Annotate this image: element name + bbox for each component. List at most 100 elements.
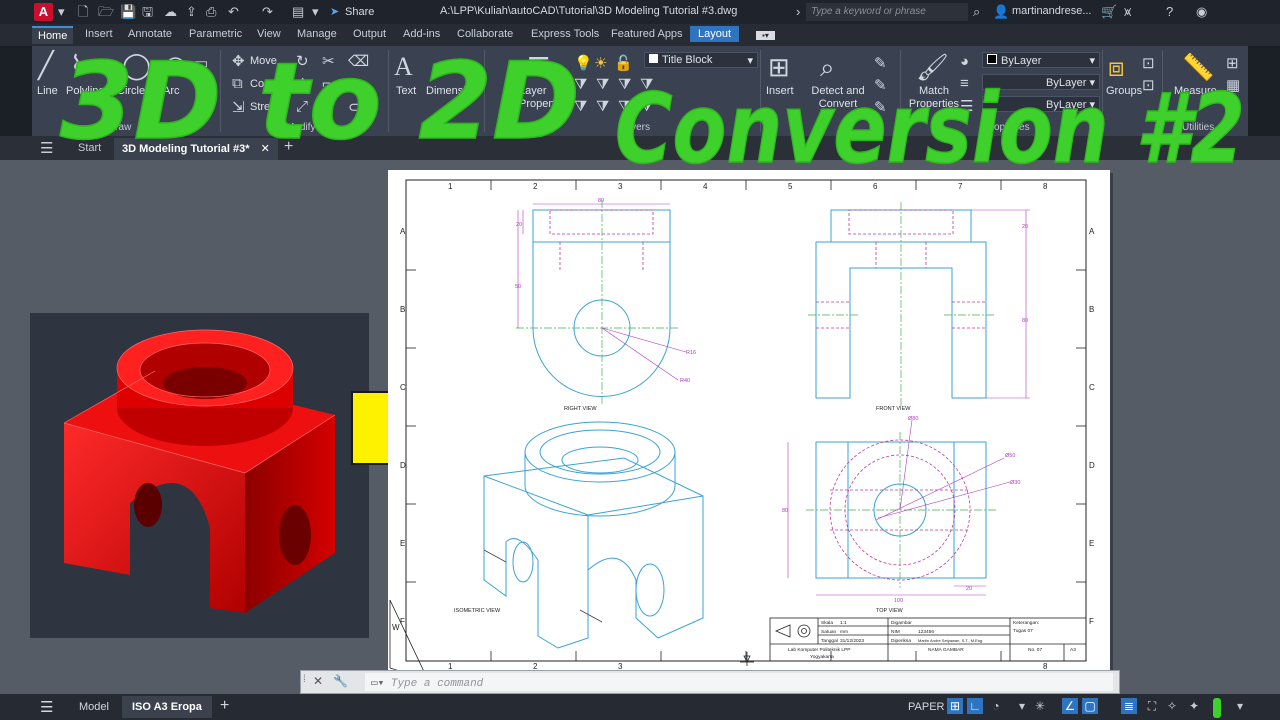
cloud-icon[interactable]: ☁ <box>164 4 177 20</box>
lineweight-icon[interactable]: ∠ <box>1062 698 1078 714</box>
redo-icon[interactable]: ↷ <box>262 4 273 20</box>
tab-express-tools[interactable]: Express Tools <box>531 28 599 40</box>
array-icon[interactable]: ⁘ <box>322 98 335 116</box>
tab-add-ins[interactable]: Add-ins <box>403 28 440 40</box>
stretch-button[interactable]: Stretch <box>250 101 285 113</box>
draw-group-label[interactable]: Draw <box>108 122 131 133</box>
snap-icon[interactable]: ∟ <box>967 698 983 714</box>
panel-toggle-icon[interactable]: ▪▾ <box>756 31 775 40</box>
calculator-icon[interactable]: ▤ <box>1226 98 1240 116</box>
fillet-icon[interactable]: ⌐ <box>322 75 331 92</box>
copy-button[interactable]: Copy <box>250 78 276 90</box>
offset-icon[interactable]: ⊂ <box>348 98 361 116</box>
model-tab[interactable]: Model <box>79 701 109 713</box>
text-button[interactable]: Text <box>396 85 416 97</box>
autodesk-app-icon[interactable]: ⩙ <box>1124 4 1131 20</box>
circle-button[interactable]: Circle <box>117 85 145 97</box>
feedback-icon[interactable]: ◉ <box>1196 4 1207 20</box>
layer-dropdown[interactable]: Title Block ▾ <box>644 52 758 68</box>
dropdown-icon[interactable]: ▾ <box>58 4 65 20</box>
group-tool-icon[interactable]: ⊡ <box>1142 54 1155 72</box>
layer-tool-icon[interactable]: ⧩ <box>618 98 631 115</box>
detect-convert-icon[interactable]: ⌕ <box>820 52 835 84</box>
osnap-icon[interactable]: ✳ <box>1032 698 1048 714</box>
detect-convert-button[interactable]: Detect and Convert <box>806 85 870 111</box>
chevron-right-icon[interactable]: › <box>796 4 800 20</box>
new-file-icon[interactable]: 🗋 <box>78 4 88 20</box>
autocad-logo[interactable]: A <box>34 3 53 21</box>
chevron-down-icon[interactable]: ▾ <box>1014 698 1030 714</box>
share-button[interactable]: Share <box>345 6 374 18</box>
tab-annotate[interactable]: Annotate <box>128 28 172 40</box>
close-icon[interactable]: ✕ <box>261 143 270 155</box>
linetype-icon[interactable]: ≡ <box>960 75 969 92</box>
add-layout-plus-icon[interactable]: + <box>220 697 229 715</box>
layer-tool-icon[interactable]: ⧩ <box>640 76 653 93</box>
layers-group-label[interactable]: Layers <box>620 122 650 133</box>
line-button[interactable]: Line <box>37 85 58 97</box>
copy-icon[interactable]: ⧉ <box>232 75 243 92</box>
layer-tool-icon[interactable]: ⧩ <box>640 98 653 115</box>
text-icon[interactable]: A <box>394 52 413 82</box>
mirror-icon[interactable]: ⧋ <box>296 75 309 92</box>
utility-tool-icon[interactable]: ▦ <box>1226 76 1240 94</box>
group-icon[interactable]: ⧈ <box>1108 52 1125 84</box>
tab-view[interactable]: View <box>257 28 281 40</box>
layer-tool-icon[interactable]: ⧩ <box>574 98 587 115</box>
utility-tool-icon[interactable]: ⊞ <box>1226 54 1239 72</box>
region-icon[interactable]: ▦ <box>194 98 208 116</box>
arc-icon[interactable]: ◠ <box>164 50 187 81</box>
save-icon[interactable]: 💾 <box>120 4 136 20</box>
selection-cycling-icon[interactable]: ≣ <box>1121 698 1137 714</box>
search-icon[interactable]: ⌕ <box>973 4 980 20</box>
help-icon[interactable]: ? <box>1166 4 1173 20</box>
open-folder-icon[interactable]: 🗁 <box>98 4 114 20</box>
workspace-icon[interactable]: ▤ <box>292 4 304 20</box>
customize-icon[interactable]: ▾ <box>1232 698 1248 714</box>
close-icon[interactable]: ✕ <box>313 674 323 688</box>
hatch-icon[interactable]: ⊙ <box>194 76 207 94</box>
annotation-scale-icon[interactable]: ⛶ <box>1144 698 1160 714</box>
layer-properties-button[interactable]: Layer Properties <box>519 85 579 111</box>
layer-properties-icon[interactable]: ☰ <box>527 52 550 83</box>
modify-group-label[interactable]: Modify <box>286 122 315 133</box>
arc-button[interactable]: Arc <box>163 85 180 97</box>
utilities-group-label[interactable]: Utilities <box>1182 122 1214 133</box>
user-icon[interactable]: 👤 <box>993 4 1009 20</box>
lightbulb-icon[interactable]: 💡 <box>574 54 593 72</box>
grip-icon[interactable]: ⁞ <box>303 674 306 685</box>
tab-insert[interactable]: Insert <box>85 28 113 40</box>
scale-icon[interactable]: ⤢ <box>296 98 308 115</box>
group-button[interactable]: Groups <box>1106 85 1142 97</box>
dimension-button[interactable]: Dimension <box>426 85 478 97</box>
block-tool-icon[interactable]: ✎ <box>874 54 887 72</box>
more-icon[interactable]: ▾ <box>312 4 319 20</box>
paper-space-toggle[interactable]: PAPER <box>908 701 944 713</box>
new-tab-plus-icon[interactable]: + <box>284 138 293 156</box>
match-properties-icon[interactable]: 🖌 <box>916 52 949 83</box>
properties-group-label[interactable]: Properties <box>984 122 1030 133</box>
erase-icon[interactable]: ⌫ <box>348 52 369 70</box>
tab-output[interactable]: Output <box>353 28 386 40</box>
workspace-gear-icon[interactable]: ✦ <box>1186 698 1202 714</box>
lineweight-dropdown[interactable]: ByLayer ▾ <box>982 96 1100 112</box>
sun-icon[interactable]: ☀ <box>594 54 607 72</box>
share-icon[interactable]: ➤ <box>330 5 339 18</box>
explode-icon[interactable]: ✱ <box>348 75 361 93</box>
search-input[interactable]: Type a keyword or phrase <box>806 3 968 21</box>
publish-icon[interactable]: ⇪ <box>186 4 197 20</box>
grid-icon[interactable]: ⊞ <box>947 698 963 714</box>
annotation-visibility-icon[interactable]: ✧ <box>1164 698 1180 714</box>
block-tool-icon[interactable]: ✎ <box>874 98 887 116</box>
polyline-button[interactable]: Polyline <box>66 85 105 97</box>
user-name[interactable]: martinandrese... <box>1012 5 1091 17</box>
save-as-icon[interactable]: 🖫 <box>142 4 153 20</box>
lineweight-icon[interactable]: ☰ <box>960 97 973 115</box>
rectangle-icon[interactable]: ▭ <box>194 54 208 72</box>
tab-start[interactable]: Start <box>78 142 101 154</box>
tab-current-drawing[interactable]: 3D Modeling Tutorial #3* ✕ <box>114 138 278 160</box>
polar-tracking-icon[interactable]: ◔ <box>988 698 1004 714</box>
polyline-icon[interactable]: ⌇ <box>70 50 83 81</box>
measure-button[interactable]: Measure <box>1174 85 1217 97</box>
print-icon[interactable]: ⎙ <box>206 4 216 20</box>
